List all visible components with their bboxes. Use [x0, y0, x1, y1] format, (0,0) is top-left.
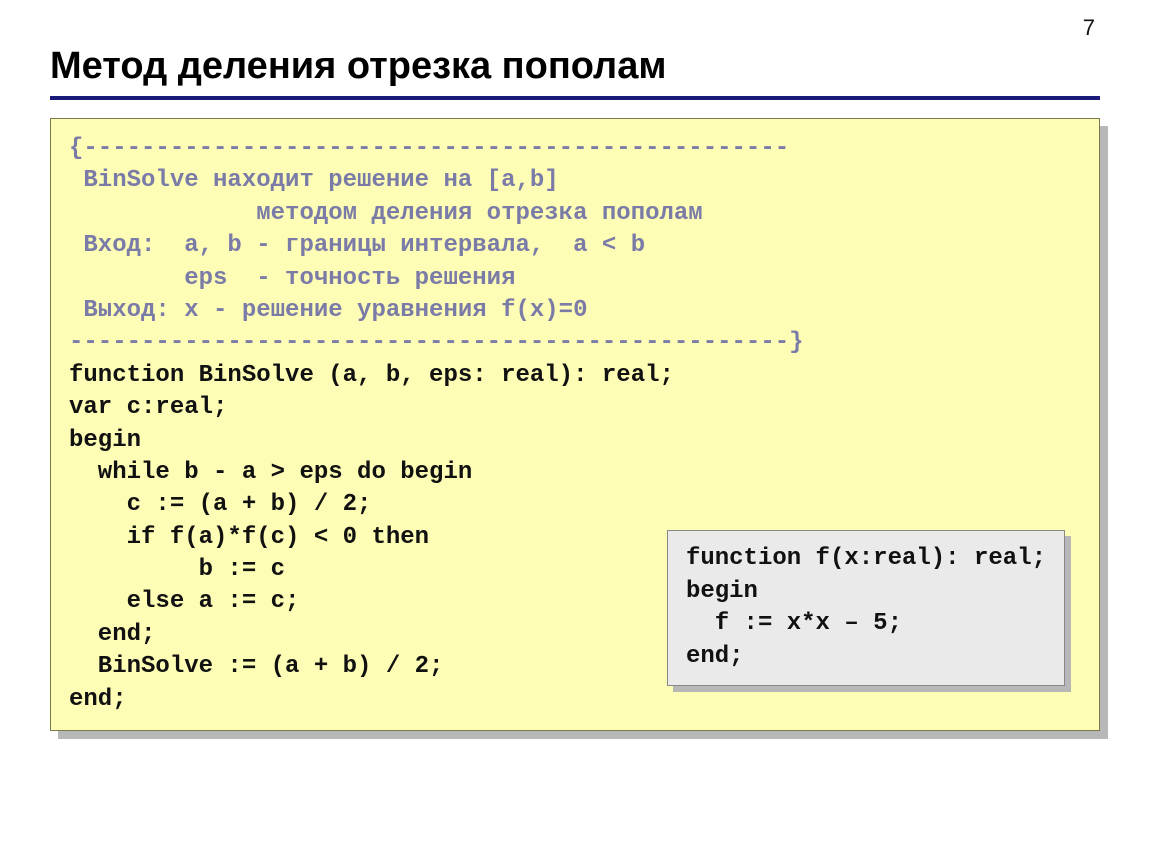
main-code-wrapper: {---------------------------------------…	[50, 118, 1100, 731]
code-line: f := x*x – 5;	[686, 610, 902, 637]
inset-code-wrapper: function f(x:real): real; begin f := x*x…	[667, 530, 1065, 686]
code-line: var c:real;	[69, 394, 227, 421]
code-line: end;	[69, 686, 127, 713]
code-line: if f(a)*f(c) < 0 then	[69, 524, 429, 551]
code-line: while b - a > eps do begin	[69, 459, 472, 486]
code-line: c := (a + b) / 2;	[69, 491, 371, 518]
comment-line: eps - точность решения	[69, 265, 515, 292]
title-underline	[50, 96, 1100, 100]
code-line: function BinSolve (a, b, eps: real): rea…	[69, 362, 674, 389]
slide: 7 Метод деления отрезка пополам {-------…	[0, 0, 1150, 864]
inset-code-block: function f(x:real): real; begin f := x*x…	[667, 530, 1065, 686]
code-line: else a := c;	[69, 588, 299, 615]
code-line: BinSolve := (a + b) / 2;	[69, 653, 443, 680]
page-number: 7	[1083, 15, 1095, 41]
comment-line: BinSolve находит решение на [a,b]	[69, 167, 559, 194]
comment-line: ----------------------------------------…	[69, 329, 804, 356]
comment-line: Выход: x - решение уравнения f(x)=0	[69, 297, 587, 324]
comment-line: методом деления отрезка пополам	[69, 200, 703, 227]
code-line: b := c	[69, 556, 285, 583]
code-line: end;	[69, 621, 155, 648]
code-line: begin	[69, 427, 141, 454]
slide-title: Метод деления отрезка пополам	[50, 45, 1100, 88]
comment-line: Вход: a, b - границы интервала, a < b	[69, 232, 645, 259]
code-line: begin	[686, 578, 758, 605]
comment-line: {---------------------------------------…	[69, 135, 789, 162]
code-line: function f(x:real): real;	[686, 545, 1046, 572]
code-line: end;	[686, 643, 744, 670]
